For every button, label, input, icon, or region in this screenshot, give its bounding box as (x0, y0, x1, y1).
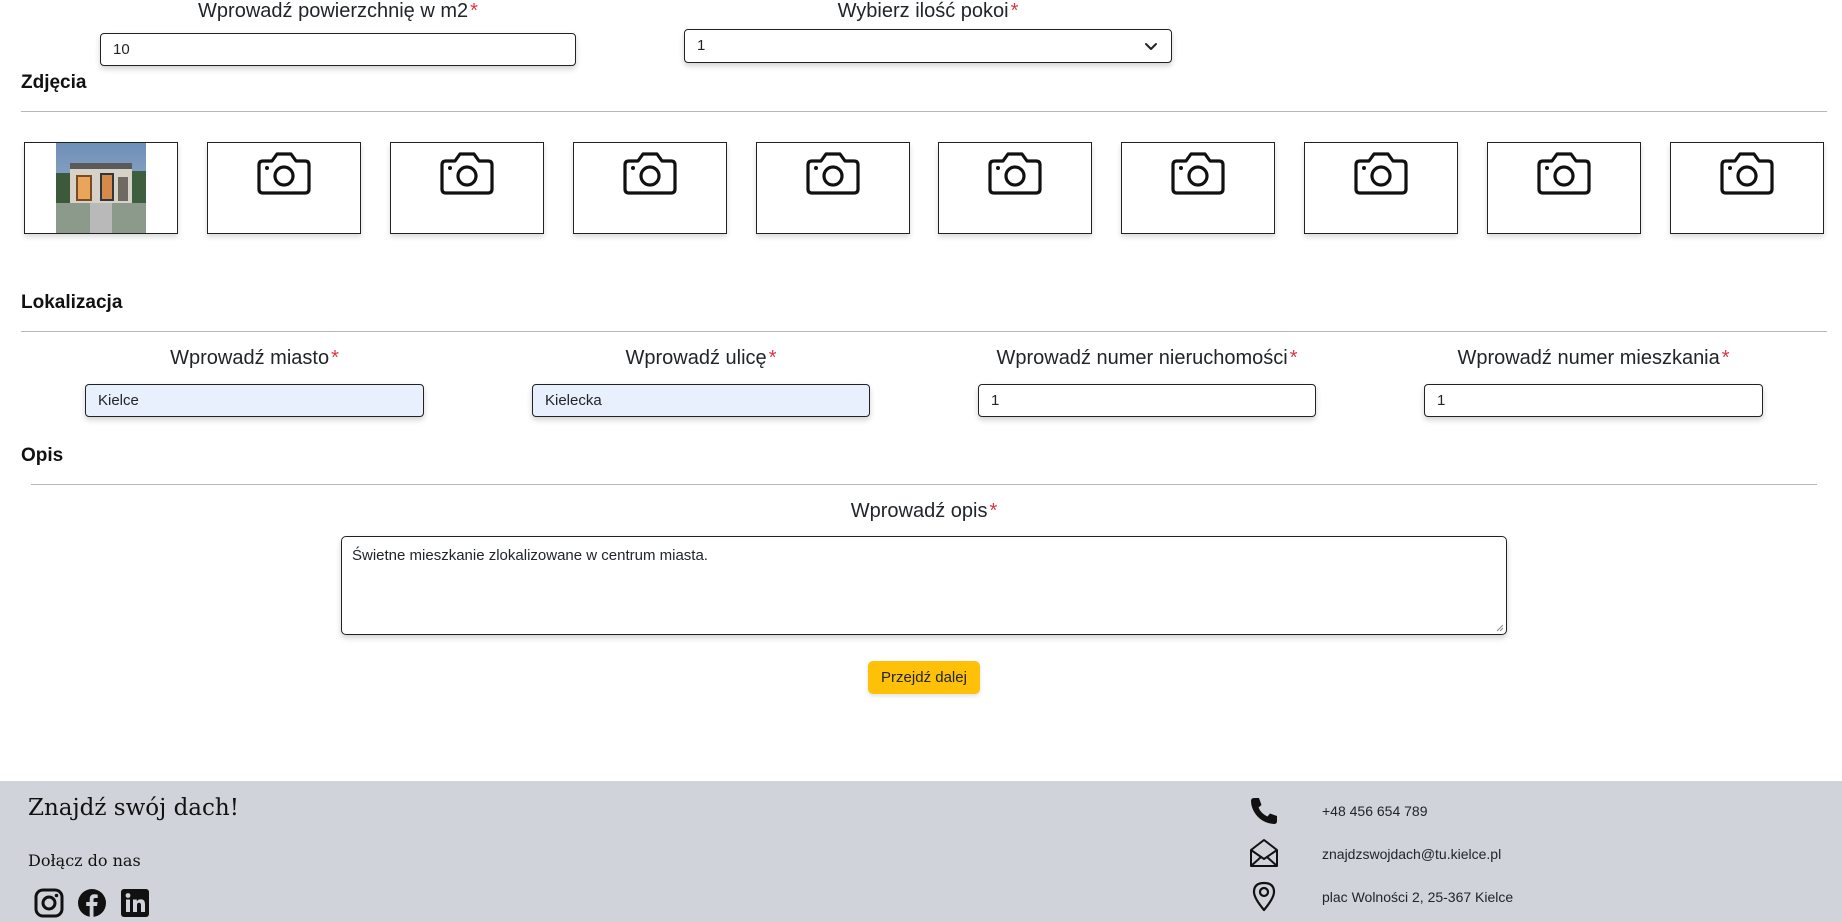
camera-icon (988, 152, 1042, 195)
footer-phone: +48 456 654 789 (1322, 803, 1428, 819)
footer-email[interactable]: znajdzswojdach@tu.kielce.pl (1322, 846, 1501, 862)
required-marker: * (1721, 347, 1730, 369)
photo-slot-5[interactable] (756, 142, 910, 234)
city-label: Wprowadź miasto * (170, 347, 339, 369)
envelope-icon (1250, 839, 1278, 867)
description-divider (31, 484, 1817, 485)
camera-icon (1354, 152, 1408, 195)
required-marker: * (331, 347, 339, 369)
area-label: Wprowadź powierzchnię w m2 * (198, 0, 478, 22)
location-section-title: Lokalizacja (21, 292, 123, 313)
photo-slot-2[interactable] (207, 142, 361, 234)
camera-icon (440, 152, 494, 195)
description-textarea-value: Świetne mieszkanie zlokalizowane w centr… (352, 547, 708, 564)
photo-slot-9[interactable] (1487, 142, 1641, 234)
required-marker: * (768, 347, 777, 369)
city-input-value: Kielce (98, 392, 139, 409)
city-input[interactable]: Kielce (85, 384, 424, 417)
description-section-title: Opis (21, 445, 64, 466)
camera-icon (623, 152, 677, 195)
photo-slot-4[interactable] (573, 142, 727, 234)
photos-section-title: Zdjęcia (21, 72, 87, 93)
rooms-select[interactable]: 1 (684, 29, 1172, 63)
description-label: Wprowadź opis * (850, 500, 998, 522)
photo-slot-3[interactable] (390, 142, 544, 234)
property-number-label: Wprowadź numer nieruchomości * (996, 347, 1298, 369)
footer-brand: Znajdź swój dach! (28, 795, 239, 821)
required-marker: * (1010, 0, 1019, 22)
apartment-number-input-value: 1 (1437, 392, 1446, 409)
street-input-value: Kielecka (545, 392, 602, 409)
footer-join-text: Dołącz do nas (28, 851, 141, 870)
camera-icon (1171, 152, 1225, 195)
house-photo-thumbnail (56, 143, 146, 233)
instagram-icon[interactable] (33, 887, 65, 919)
footer-address: plac Wolności 2, 25-367 Kielce (1322, 889, 1514, 905)
description-textarea[interactable]: Świetne mieszkanie zlokalizowane w centr… (341, 536, 1507, 635)
camera-icon (1537, 152, 1591, 195)
rooms-label: Wybierz ilość pokoi * (837, 0, 1019, 22)
apartment-number-input[interactable]: 1 (1424, 384, 1763, 417)
location-pin-icon (1252, 881, 1276, 912)
phone-icon (1251, 798, 1277, 824)
camera-icon (1720, 152, 1774, 195)
photo-slot-7[interactable] (1121, 142, 1275, 234)
next-button[interactable]: Przejdź dalej (868, 661, 980, 694)
apartment-number-label: Wprowadź numer mieszkania * (1457, 347, 1730, 369)
facebook-icon[interactable] (76, 887, 108, 919)
footer: Znajdź swój dach! Dołącz do nas +48 456 … (0, 781, 1842, 922)
street-input[interactable]: Kielecka (532, 384, 870, 417)
required-marker: * (470, 0, 478, 22)
linkedin-icon[interactable] (119, 887, 151, 919)
camera-icon (257, 152, 311, 195)
property-number-input[interactable]: 1 (978, 384, 1316, 417)
chevron-down-icon (1145, 43, 1157, 50)
property-number-input-value: 1 (991, 392, 1000, 409)
photo-slot-10[interactable] (1670, 142, 1824, 234)
location-divider (21, 331, 1827, 332)
required-marker: * (1289, 347, 1298, 369)
resize-grip-icon[interactable] (1494, 622, 1504, 632)
photo-slot-6[interactable] (938, 142, 1092, 234)
photos-divider (21, 111, 1827, 112)
rooms-select-value: 1 (697, 37, 706, 54)
camera-icon (806, 152, 860, 195)
area-input[interactable]: 10 (100, 33, 576, 66)
photo-slot-1[interactable] (24, 142, 178, 234)
photo-slot-8[interactable] (1304, 142, 1458, 234)
required-marker: * (989, 500, 998, 522)
street-label: Wprowadź ulicę * (625, 347, 777, 369)
area-input-value: 10 (113, 41, 130, 58)
